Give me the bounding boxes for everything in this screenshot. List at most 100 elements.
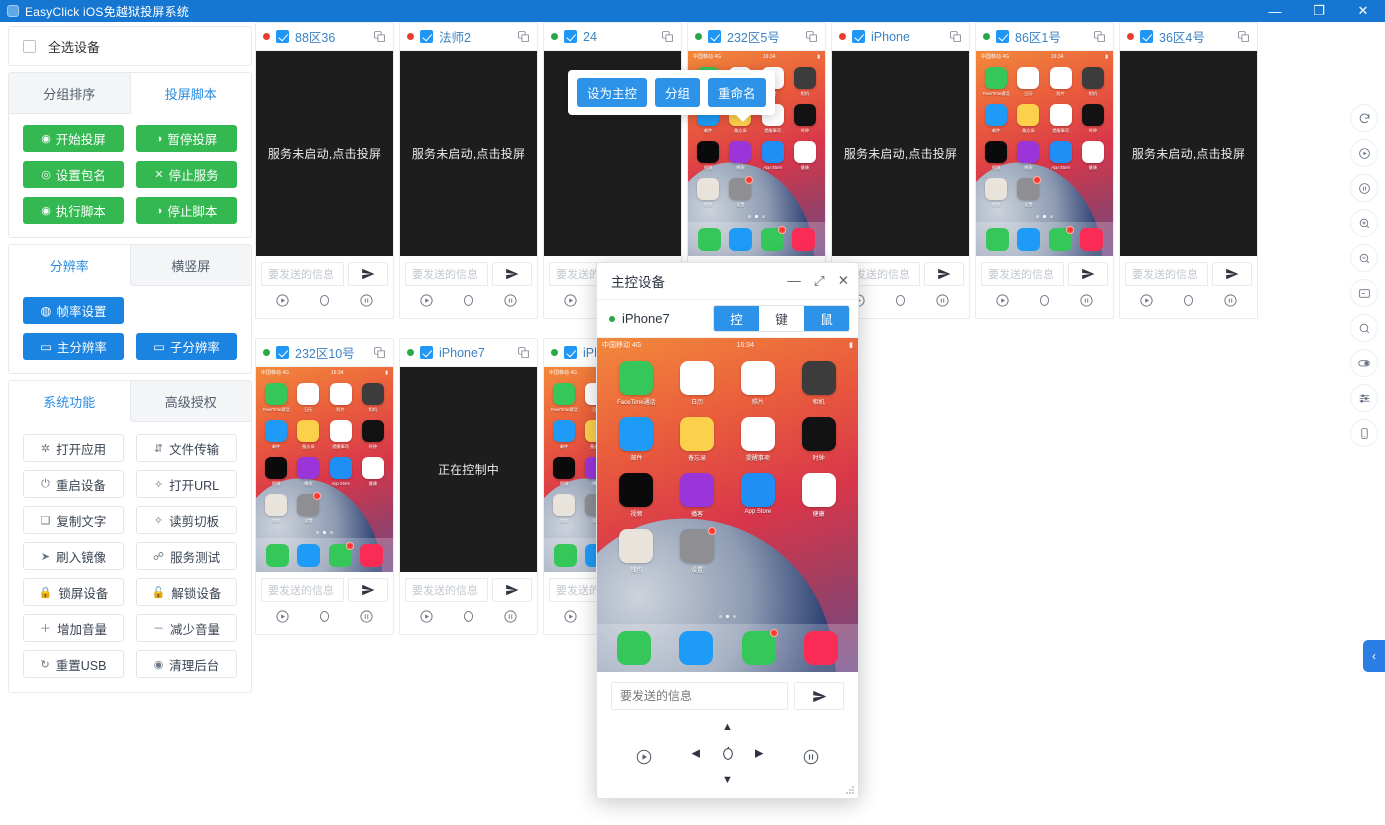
device-screen[interactable]: 服务未启动,点击投屏	[400, 51, 537, 256]
ios-app-item[interactable]: 日历	[670, 361, 725, 406]
ios-app-item[interactable]: 视频	[982, 141, 1010, 171]
device-select-checkbox[interactable]	[420, 346, 433, 359]
toolbar-play-button[interactable]	[1350, 139, 1378, 167]
ios-app-item[interactable]: 播客	[1014, 141, 1042, 171]
dock-app-icon[interactable]	[1048, 225, 1074, 251]
device-play-button[interactable]	[275, 609, 290, 624]
start-cast-button[interactable]: ◉ 开始投屏	[23, 125, 124, 152]
dock-app-icon[interactable]	[1079, 227, 1103, 251]
device-card[interactable]: 232区10号 中国移动 4G 16:34 ▮ FaceTime通话 日历 照片 相机 邮件 备忘…	[255, 338, 394, 635]
ios-app-item[interactable]: 钱包	[262, 494, 290, 524]
tab-group-sort[interactable]: 分组排序	[9, 73, 131, 113]
device-send-button[interactable]	[492, 262, 532, 286]
ctx-set-master-button[interactable]: 设为主控	[577, 78, 648, 107]
device-select-checkbox[interactable]	[276, 30, 289, 43]
device-card[interactable]: 86区1号 中国移动 4G 16:34 ▮ FaceTime通话 日历 照片 相机 邮件 备忘录 提…	[975, 22, 1114, 319]
device-select-checkbox[interactable]	[852, 30, 865, 43]
master-device-screen[interactable]: 中国移动 4G 16:34 ▮ FaceTime通话 日历 照片 相机 邮件 备忘录 提醒事项 时钟…	[597, 338, 858, 672]
dock-app-icon[interactable]	[679, 631, 714, 665]
device-screen[interactable]: 服务未启动,点击投屏	[832, 51, 969, 256]
set-package-button[interactable]: ◎ 设置包名	[23, 161, 124, 188]
toolbar-zoom-in-button[interactable]	[1350, 209, 1378, 237]
device-select-checkbox[interactable]	[564, 30, 577, 43]
dock-app-icon[interactable]	[359, 543, 383, 567]
device-screen[interactable]: 中国移动 4G 16:34 ▮ FaceTime通话 日历 照片 相机邮件 备忘录 提醒事项 时钟…	[976, 51, 1113, 256]
main-resolution-button[interactable]: ▭ 主分辨率	[23, 333, 124, 360]
device-card[interactable]: iPhone7 正在控制中 要发送的信息	[399, 338, 538, 635]
device-screen[interactable]: 正在控制中	[400, 367, 537, 572]
copy-icon[interactable]	[661, 30, 674, 43]
ios-app-item[interactable]: 钱包	[694, 178, 722, 208]
ios-app-item[interactable]: 设置	[294, 492, 322, 524]
ios-app-item[interactable]: 提醒事项	[731, 417, 786, 462]
device-select-checkbox[interactable]	[996, 30, 1009, 43]
ios-app-item[interactable]: 日历	[294, 383, 322, 413]
dock-app-icon[interactable]	[1017, 227, 1041, 251]
device-play-button[interactable]	[275, 293, 290, 308]
mode-control-button[interactable]: 控	[714, 306, 759, 331]
ios-home-screen[interactable]: 中国移动 4G 16:34 ▮ FaceTime通话 日历 照片 相机邮件 备忘录 提醒事项 时钟…	[597, 338, 858, 672]
mode-mouse-button[interactable]: 鼠	[804, 306, 849, 331]
ios-app-item[interactable]: 相机	[791, 361, 846, 406]
device-home-button[interactable]	[1037, 293, 1052, 308]
ios-app-item[interactable]: 钱包	[982, 178, 1010, 208]
volume-down-button[interactable]: －减少音量	[136, 614, 237, 642]
ios-app-item[interactable]: 健康	[791, 141, 819, 171]
copy-text-button[interactable]: ❑ 复制文字	[23, 506, 124, 534]
dpad-down-button[interactable]: ▼	[722, 775, 733, 786]
play-circle-icon[interactable]	[635, 748, 653, 766]
open-app-button[interactable]: ✲ 打开应用	[23, 434, 124, 462]
ios-app-item[interactable]: FaceTime通话	[609, 361, 664, 406]
ios-app-item[interactable]: 视频	[262, 457, 290, 487]
device-pause-button[interactable]	[503, 609, 518, 624]
ios-home-screen[interactable]: 中国移动 4G 16:34 ▮ FaceTime通话 日历 照片 相机邮件 备忘录 提醒事项 时钟…	[256, 367, 393, 572]
window-minimize-button[interactable]: —	[1253, 0, 1297, 22]
ios-app-item[interactable]: 邮件	[982, 104, 1010, 134]
ios-app-item[interactable]: 时钟	[1079, 104, 1107, 134]
tab-orientation[interactable]: 横竖屏	[130, 245, 251, 285]
file-transfer-button[interactable]: ⇵ 文件传输	[136, 434, 237, 462]
ios-app-item[interactable]: 邮件	[550, 420, 578, 450]
select-all-row[interactable]: 全选设备	[9, 27, 251, 65]
sub-resolution-button[interactable]: ▭ 子分辨率	[136, 333, 237, 360]
ctx-rename-button[interactable]: 重命名	[708, 78, 766, 107]
dock-app-icon[interactable]	[698, 227, 722, 251]
dock-app-icon[interactable]	[986, 227, 1010, 251]
ios-app-item[interactable]: 日历	[1014, 67, 1042, 97]
dock-app-icon[interactable]	[791, 227, 815, 251]
ios-app-item[interactable]: App Store	[1047, 141, 1075, 171]
dock-app-icon[interactable]	[328, 541, 354, 567]
unlock-device-button[interactable]: 🔓 解锁设备	[136, 578, 237, 606]
device-pause-button[interactable]	[359, 609, 374, 624]
ios-app-item[interactable]: 健康	[359, 457, 387, 487]
device-home-button[interactable]	[1181, 293, 1196, 308]
toolbar-pause-button[interactable]	[1350, 174, 1378, 202]
master-window-resize-handle[interactable]	[846, 786, 856, 796]
lock-screen-button[interactable]: 🔒 锁屏设备	[23, 578, 124, 606]
dock-app-icon[interactable]	[617, 631, 652, 665]
device-home-button[interactable]	[317, 293, 332, 308]
reset-usb-button[interactable]: ↻ 重置USB	[23, 650, 124, 678]
read-clipboard-button[interactable]: ✧ 读剪切板	[136, 506, 237, 534]
dock-app-icon[interactable]	[741, 629, 778, 665]
dock-app-icon[interactable]	[266, 543, 290, 567]
ios-app-item[interactable]: 播客	[294, 457, 322, 487]
ios-app-item[interactable]: FaceTime通话	[550, 383, 578, 413]
dpad-up-button[interactable]: ▲	[722, 722, 733, 733]
master-message-input[interactable]	[611, 682, 788, 710]
ctx-group-button[interactable]: 分组	[655, 78, 701, 107]
device-home-button[interactable]	[461, 609, 476, 624]
device-play-button[interactable]	[419, 609, 434, 624]
service-test-button[interactable]: ☍ 服务测试	[136, 542, 237, 570]
device-select-checkbox[interactable]	[564, 346, 577, 359]
ios-app-item[interactable]: 视频	[609, 473, 664, 518]
ios-app-item[interactable]: 钱包	[609, 529, 664, 574]
master-minimize-button[interactable]: —	[787, 274, 801, 288]
device-send-button[interactable]	[1068, 262, 1108, 286]
device-play-button[interactable]	[563, 609, 578, 624]
stop-script-button[interactable]: ◑ 停止脚本	[136, 197, 237, 224]
dpad-left-button[interactable]: ◀	[692, 748, 700, 760]
ios-app-item[interactable]: 邮件	[262, 420, 290, 450]
ios-app-item[interactable]: FaceTime通话	[262, 383, 290, 413]
device-select-checkbox[interactable]	[1140, 30, 1153, 43]
